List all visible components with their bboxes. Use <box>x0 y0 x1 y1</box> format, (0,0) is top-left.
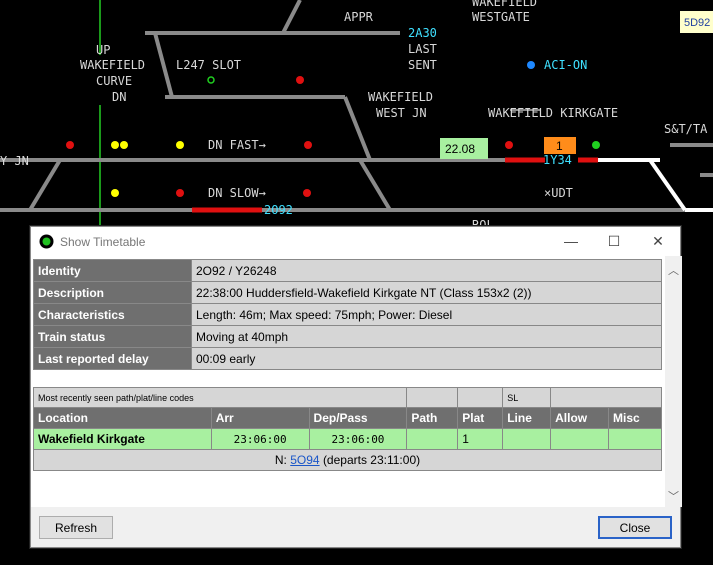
dialog-title: Show Timetable <box>60 235 146 249</box>
info-label: Train status <box>33 325 192 348</box>
column-header[interactable]: Location <box>33 407 212 429</box>
info-label: Description <box>33 281 192 304</box>
minimize-button[interactable]: — <box>551 230 591 252</box>
next-suffix: (departs 23:11:00) <box>322 453 421 467</box>
cell-dep: 23:06:00 <box>308 428 408 450</box>
scroll-up-icon[interactable]: ︿ <box>668 262 679 278</box>
clock-display: 22.08 <box>445 142 475 156</box>
refresh-button[interactable]: Refresh <box>39 516 113 539</box>
cell-plat: 1 <box>457 428 504 450</box>
next-service-cell: N: 5O94 (departs 23:11:00) <box>33 449 662 471</box>
label-dn-slow: DN SLOW→ <box>208 186 266 200</box>
column-header[interactable]: Arr <box>210 407 310 429</box>
timetable-table: Most recently seen path/plat/line codes … <box>32 387 662 471</box>
column-header[interactable]: Misc <box>608 407 662 429</box>
column-header[interactable]: Dep/Pass <box>308 407 408 429</box>
next-service-row: N: 5O94 (departs 23:11:00) <box>33 449 662 471</box>
label-up: UP <box>96 43 110 57</box>
recent-codes-row: Most recently seen path/plat/line codes … <box>32 387 662 408</box>
sl-label: SL <box>502 387 552 408</box>
column-header[interactable]: Allow <box>550 407 610 429</box>
cell-path <box>406 428 459 450</box>
headcode-2a30[interactable]: 2A30 <box>408 26 437 40</box>
label-sent: SENT <box>408 58 437 72</box>
headcode-2o92[interactable]: 2O92 <box>264 203 293 217</box>
table-row[interactable]: Wakefield Kirkgate 23:06:00 23:06:00 1 <box>33 428 662 450</box>
close-window-button[interactable]: ✕ <box>638 230 678 252</box>
info-row: Identity 2O92 / Y26248 <box>33 259 662 282</box>
label-aci-on: ACI-ON <box>544 58 587 72</box>
label-last: LAST <box>408 42 437 56</box>
label-wakefield-west-jn: WAKEFIELD <box>368 90 433 104</box>
info-row: Train status Moving at 40mph <box>33 325 662 348</box>
info-label: Characteristics <box>33 303 192 326</box>
cell-misc <box>608 428 662 450</box>
corner-tag[interactable]: 5D92 <box>684 17 710 29</box>
maximize-icon: ☐ <box>607 232 621 249</box>
info-row: Characteristics Length: 46m; Max speed: 7… <box>33 303 662 326</box>
info-value: 00:09 early <box>191 347 662 370</box>
label-st-tag: S&T/TA <box>664 122 708 136</box>
label-west-jn: WEST JN <box>376 106 427 120</box>
close-icon: ✕ <box>652 232 664 249</box>
scroll-down-icon[interactable]: ﹀ <box>668 488 679 504</box>
column-header[interactable]: Plat <box>457 407 504 429</box>
vertical-scrollbar[interactable]: ︿ ﹀ <box>665 256 682 507</box>
next-headcode-link[interactable]: 5O94 <box>290 453 319 467</box>
label-westgate: WESTGATE <box>472 10 530 24</box>
label-y-jn: Y JN <box>0 154 29 168</box>
label-dn: DN <box>112 90 126 104</box>
info-label: Last reported delay <box>33 347 192 370</box>
maximize-button[interactable]: ☐ <box>594 230 634 252</box>
info-value: Length: 46m; Max speed: 75mph; Power: Di… <box>191 303 662 326</box>
close-button[interactable]: Close <box>598 516 672 539</box>
next-prefix: N: <box>274 453 287 467</box>
railway-app-icon <box>39 234 54 249</box>
info-row: Last reported delay 00:09 early <box>33 347 662 370</box>
label-curve: CURVE <box>96 74 132 88</box>
info-row: Description 22:38:00 Huddersfield-Wakefie… <box>33 281 662 304</box>
minimize-icon: — <box>564 233 578 249</box>
label-l247-slot: L247 SLOT <box>176 58 241 72</box>
label-wakefield-kirkgate: WAKEFIELD KIRKGATE <box>488 106 618 120</box>
train-info-table: Identity 2O92 / Y26248 Description 22:38:00… <box>33 259 662 370</box>
cell-allow <box>550 428 610 450</box>
info-value: Moving at 40mph <box>191 325 662 348</box>
cell-arr: 23:06:00 <box>210 428 310 450</box>
timetable-content: Identity 2O92 / Y26248 Description 22:38:00… <box>31 256 682 507</box>
dialog-titlebar[interactable]: Show Timetable — ☐ ✕ <box>31 227 680 256</box>
info-value: 22:38:00 Huddersfield-Wakefield Kirkgate… <box>191 281 662 304</box>
cell-location: Wakefield Kirkgate <box>33 428 212 450</box>
platform-indicator: 1 <box>556 139 563 153</box>
info-value: 2O92 / Y26248 <box>191 259 662 282</box>
show-timetable-dialog: Show Timetable — ☐ ✕ Identity 2O92 / Y262… <box>30 226 682 548</box>
cell-line <box>502 428 552 450</box>
headcode-1y34[interactable]: 1Y34 <box>543 153 572 167</box>
info-label: Identity <box>33 259 192 282</box>
column-header[interactable]: Line <box>502 407 552 429</box>
label-udt: ×UDT <box>544 186 573 200</box>
timetable-header-row: Location Arr Dep/Pass Path Plat Line Allow Misc <box>33 407 662 429</box>
label-wakefield-curve: WAKEFIELD <box>80 58 145 72</box>
label-appr: APPR <box>344 10 374 24</box>
label-wakefield-westgate: WAKEFIELD <box>472 0 537 9</box>
label-dn-fast: DN FAST→ <box>208 138 266 152</box>
column-header[interactable]: Path <box>406 407 459 429</box>
recent-codes-label: Most recently seen path/plat/line codes <box>32 387 408 408</box>
